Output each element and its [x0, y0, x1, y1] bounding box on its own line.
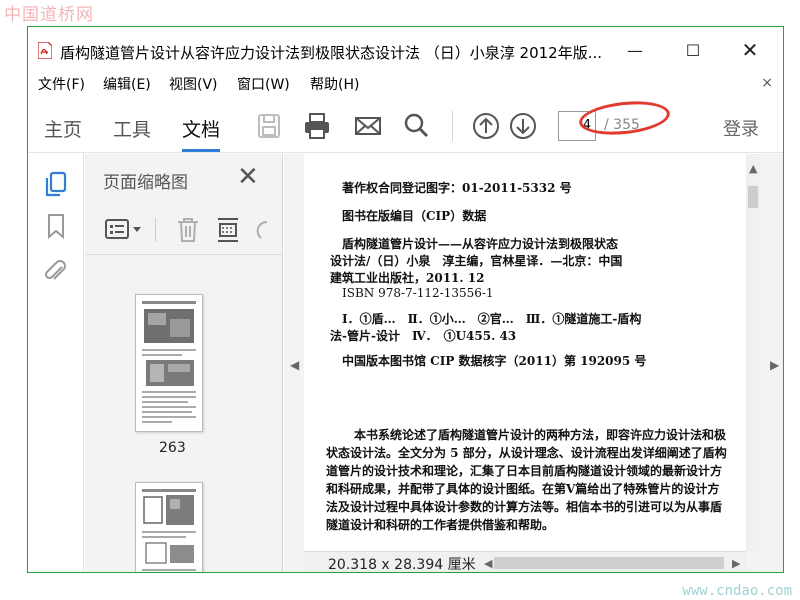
bookmark-icon[interactable] — [42, 212, 70, 240]
scrollbar-thumb[interactable] — [748, 186, 758, 208]
minimize-button[interactable]: — — [620, 37, 650, 63]
thumbnail-panel: 页面缩略图 ✕ 263 — [85, 154, 326, 572]
abstract-line: 和科研成果，并配带了具体的设计图纸。在第Ⅴ篇给出了特殊管片的设计方 — [326, 482, 720, 496]
abstract-line: 状态设计法。全文分为 5 部分，从设计理念、设计流程出发详细阐述了盾构 — [326, 446, 727, 460]
document-view: ◀ ▶ 著作权合同登记图字：01-2011-5332 号 图书在版编目（CIP）… — [284, 154, 783, 573]
abstract-line: 法及设计过程中具体设计参数的计算方法等。相信本书的引进可以为从事盾 — [326, 500, 723, 514]
toolbar: 主页 工具 文档 4 / 355 登录 — [28, 97, 783, 153]
thumbnail-panel-title: 页面缩略图 — [103, 173, 188, 193]
menu-window[interactable]: 窗口(W) — [237, 74, 290, 94]
tab-home[interactable]: 主页 — [44, 115, 82, 142]
menu-file[interactable]: 文件(F) — [38, 74, 85, 94]
thumbnail-page[interactable] — [135, 294, 203, 432]
watermark-top: 中国道桥网 — [4, 5, 94, 25]
watermark-bottom: www.cndao.com — [682, 583, 792, 599]
tab-tools[interactable]: 工具 — [113, 115, 151, 142]
attachment-icon[interactable] — [42, 258, 70, 286]
rotate-icon[interactable] — [253, 218, 271, 242]
document-page: 著作权合同登记图字：01-2011-5332 号 图书在版编目（CIP）数据 盾… — [304, 154, 746, 551]
thumbnail-page[interactable] — [135, 482, 203, 572]
delete-icon[interactable] — [175, 216, 201, 244]
thumbnail-options-icon[interactable] — [105, 218, 143, 242]
tool-divider — [155, 218, 156, 242]
page-up-icon[interactable] — [471, 111, 501, 141]
document-vertical-scrollbar[interactable]: ▲ — [746, 154, 760, 551]
horizontal-scrollbar-thumb[interactable] — [494, 557, 724, 569]
page-thumbnails-icon[interactable] — [42, 170, 70, 198]
login-button[interactable]: 登录 — [723, 115, 759, 141]
collapse-left-panel-arrow[interactable]: ◀ — [290, 358, 299, 372]
extract-page-icon[interactable] — [215, 216, 241, 244]
abstract-line: 隧道设计和科研的工作者提供借鉴和帮助。 — [326, 518, 555, 532]
scroll-left-arrow[interactable]: ◀ — [484, 557, 492, 570]
isbn: ISBN 978-7-112-13556-1 — [342, 286, 494, 300]
title-bar: 盾构隧道管片设计从容许应力设计法到极限状态设计法 （日）小泉淳 2012年版..… — [28, 27, 783, 73]
thumbnail-preview — [142, 489, 196, 571]
menu-bar: 文件(F) 编辑(E) 视图(V) 窗口(W) 帮助(H) × — [28, 73, 783, 97]
close-panel-icon[interactable]: ✕ — [237, 162, 259, 192]
close-document-icon[interactable]: × — [761, 75, 773, 91]
expand-right-panel-arrow[interactable]: ▶ — [770, 358, 779, 372]
print-icon[interactable] — [302, 111, 332, 141]
thumbnail-page-number: 263 — [159, 440, 186, 456]
scroll-up-arrow[interactable]: ▲ — [749, 162, 757, 175]
abstract-line: 本书系统论述了盾构隧道管片设计的两种方法，即容许应力设计法和极 — [354, 428, 727, 442]
cip-line: 设计法/（日）小泉 淳主编，官林星译．—北京：中国 — [330, 254, 623, 268]
classification-line: 法-管片-设计 Ⅳ． ①U455. 43 — [330, 329, 517, 343]
classification-line: Ⅰ．①盾… Ⅱ．①小… ②官… Ⅲ．①隧道施工-盾构 — [342, 312, 642, 326]
abstract-line: 道管片的设计技术和理论，汇集了日本目前盾构隧道设计领域的最新设计方 — [326, 464, 723, 478]
copyright-registration: 著作权合同登记图字：01-2011-5332 号 — [342, 181, 572, 195]
maximize-button[interactable]: ☐ — [678, 37, 708, 63]
scroll-right-arrow[interactable]: ▶ — [732, 557, 740, 570]
page-size-label: 20.318 x 28.394 厘米 — [328, 557, 476, 573]
thumbnail-preview — [142, 301, 196, 423]
close-window-button[interactable]: ✕ — [735, 37, 765, 63]
mail-icon[interactable] — [353, 111, 383, 141]
page-down-icon[interactable] — [508, 111, 538, 141]
menu-edit[interactable]: 编辑(E) — [103, 74, 151, 94]
navigation-rail — [28, 154, 84, 572]
menu-help[interactable]: 帮助(H) — [310, 74, 359, 94]
cip-data-number: 中国版本图书馆 CIP 数据核字（2011）第 192095 号 — [342, 354, 647, 368]
cip-heading: 图书在版编目（CIP）数据 — [342, 209, 487, 223]
menu-view[interactable]: 视图(V) — [169, 74, 218, 94]
thumbnail-toolbar — [95, 214, 271, 246]
panel-divider — [85, 254, 282, 255]
status-bar: 20.318 x 28.394 厘米 ◀ ▶ — [304, 551, 746, 573]
save-icon[interactable] — [254, 111, 284, 141]
cip-line: 盾构隧道管片设计——从容许应力设计法到极限状态 — [342, 237, 619, 251]
pdf-file-icon — [38, 42, 52, 59]
window-title: 盾构隧道管片设计从容许应力设计法到极限状态设计法 （日）小泉淳 2012年版..… — [60, 44, 603, 62]
reader-window: 盾构隧道管片设计从容许应力设计法到极限状态设计法 （日）小泉淳 2012年版..… — [27, 26, 784, 573]
highlight-annotation — [577, 97, 672, 139]
tab-document[interactable]: 文档 — [182, 115, 221, 152]
search-icon[interactable] — [401, 111, 431, 141]
toolbar-divider — [452, 111, 453, 141]
cip-line: 建筑工业出版社，2011. 12 — [330, 271, 485, 285]
